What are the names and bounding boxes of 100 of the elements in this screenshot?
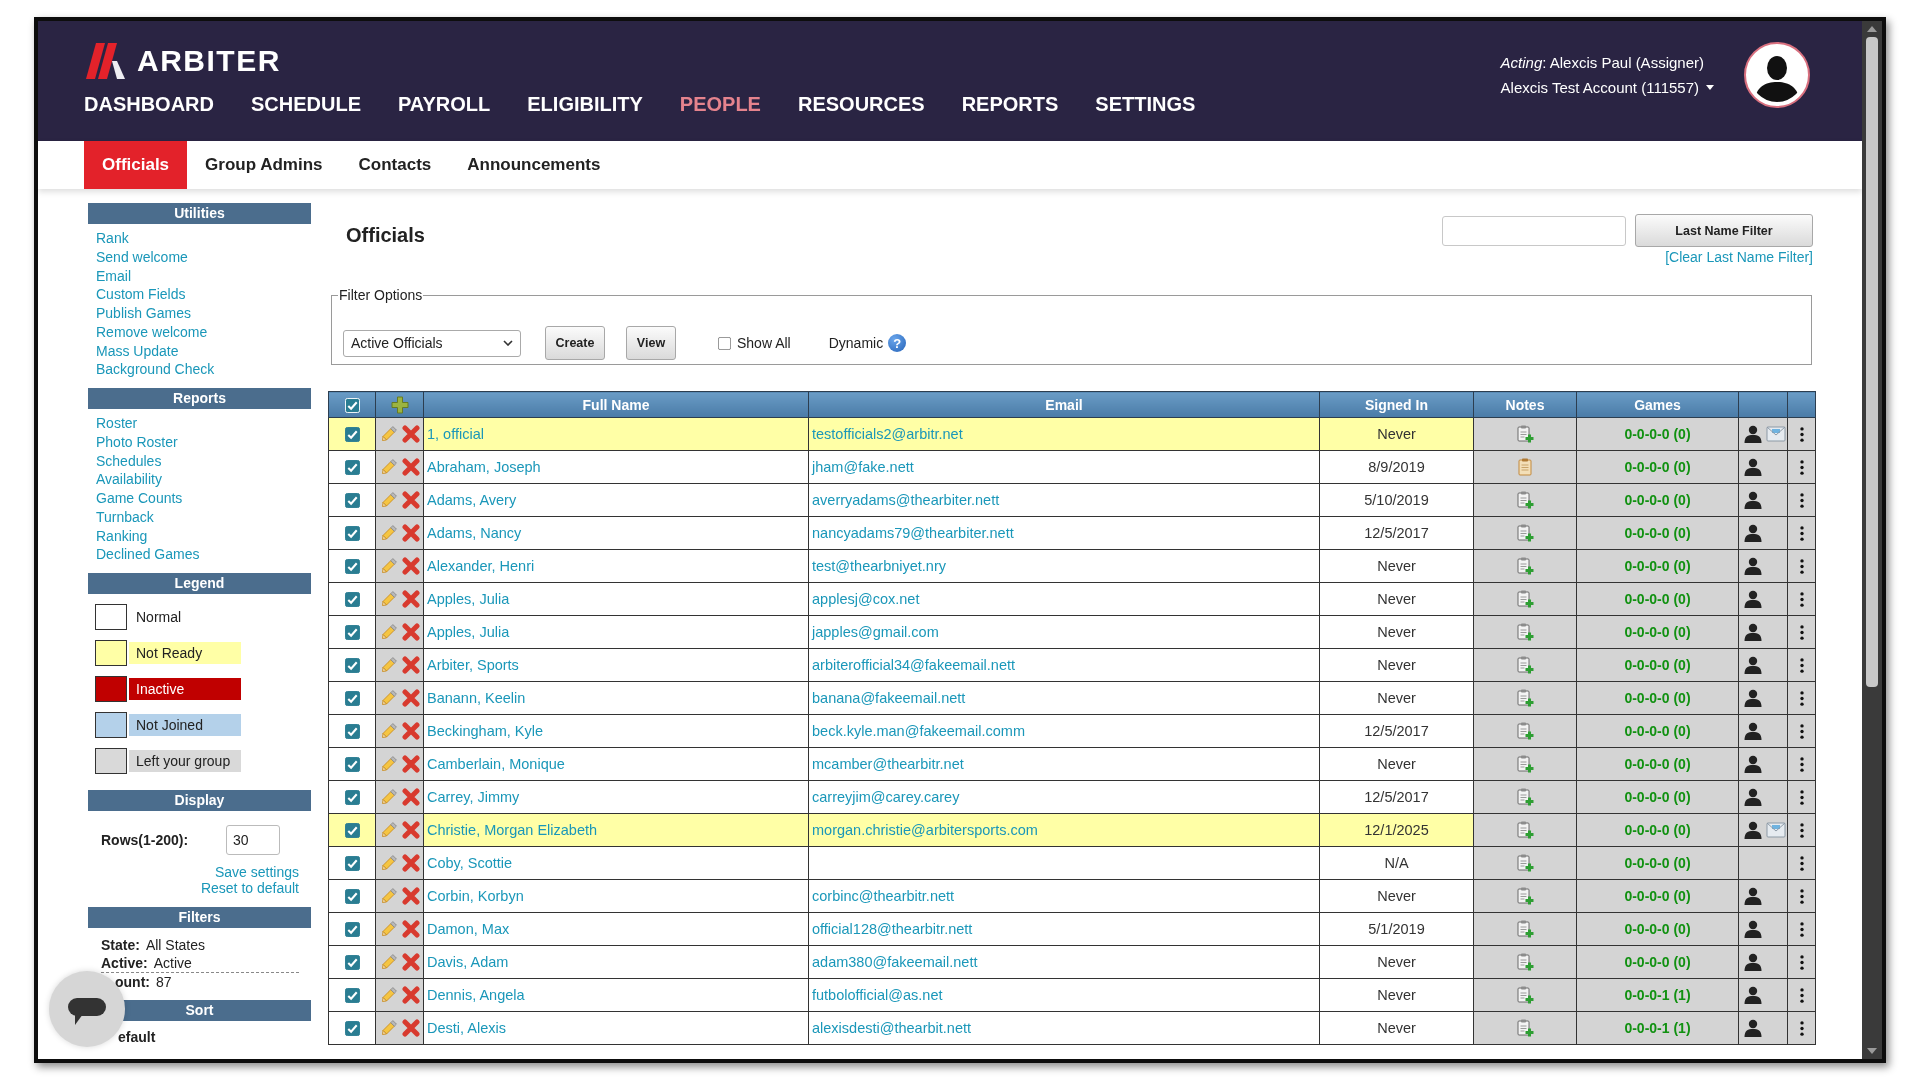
delete-icon[interactable] <box>402 920 420 938</box>
vertical-dots-icon[interactable] <box>1799 756 1804 772</box>
clipboard-plus-icon[interactable] <box>1515 589 1535 609</box>
official-name-link[interactable]: Adams, Avery <box>427 492 517 508</box>
vertical-dots-icon[interactable] <box>1799 921 1804 937</box>
clipboard-plus-icon[interactable] <box>1515 853 1535 873</box>
clipboard-plus-icon[interactable] <box>1515 952 1535 972</box>
row-checkbox[interactable] <box>344 856 360 872</box>
email-link[interactable]: jham@fake.nett <box>812 459 914 475</box>
sidebar-link[interactable]: Declined Games <box>96 545 200 564</box>
official-name-link[interactable]: Alexander, Henri <box>427 558 535 574</box>
row-checkbox[interactable] <box>344 790 360 806</box>
pencil-icon[interactable] <box>379 919 399 939</box>
pencil-icon[interactable] <box>379 886 399 906</box>
sidebar-link[interactable]: Save settings <box>214 864 299 880</box>
row-checkbox[interactable] <box>344 889 360 905</box>
delete-icon[interactable] <box>402 689 420 707</box>
officials-filter-select[interactable]: Active Officials <box>343 329 521 357</box>
clipboard-plus-icon[interactable] <box>1515 820 1535 840</box>
nav-link[interactable]: ELIGIBILITY <box>527 92 643 116</box>
pencil-icon[interactable] <box>379 754 399 774</box>
person-icon[interactable] <box>1744 986 1762 1004</box>
email-link[interactable]: mcamber@thearbitr.net <box>812 756 964 772</box>
clipboard-plus-icon[interactable] <box>1515 523 1535 543</box>
pencil-icon[interactable] <box>379 1018 399 1038</box>
row-checkbox[interactable] <box>344 493 360 509</box>
pencil-icon[interactable] <box>379 820 399 840</box>
official-name-link[interactable]: 1, official <box>427 426 484 442</box>
sidebar-link[interactable]: Game Counts <box>96 489 183 508</box>
email-link[interactable]: carreyjim@carey.carey <box>812 789 960 805</box>
row-checkbox[interactable] <box>344 592 360 608</box>
account-switcher[interactable]: Alexcis Test Account (111557) <box>1500 77 1714 98</box>
sidebar-link[interactable]: Rank <box>96 229 129 248</box>
clipboard-plus-icon[interactable] <box>1515 919 1535 939</box>
scrollbar-thumb[interactable] <box>1866 37 1878 687</box>
vertical-dots-icon[interactable] <box>1799 789 1804 805</box>
column-header[interactable]: Signed In <box>1319 391 1474 418</box>
filter-action-button[interactable]: View <box>626 326 676 360</box>
delete-icon[interactable] <box>402 755 420 773</box>
column-header[interactable]: Email <box>808 391 1320 418</box>
row-checkbox[interactable] <box>344 988 360 1004</box>
person-icon[interactable] <box>1744 689 1762 707</box>
email-link[interactable]: alexisdesti@thearbit.nett <box>812 1020 971 1036</box>
official-name-link[interactable]: Coby, Scottie <box>427 855 513 871</box>
rows-input-field[interactable]: 30 <box>226 825 280 855</box>
row-checkbox[interactable] <box>344 823 360 839</box>
sidebar-link[interactable]: Turnback <box>96 507 154 527</box>
sidebar-link[interactable]: Remove welcome <box>96 322 208 342</box>
email-link[interactable]: beck.kyle.man@fakeemail.comm <box>812 723 1025 739</box>
clipboard-icon[interactable] <box>1515 457 1535 477</box>
clipboard-plus-icon[interactable] <box>1515 424 1535 444</box>
email-link[interactable]: testofficials2@arbitr.net <box>812 426 963 442</box>
vertical-dots-icon[interactable] <box>1799 624 1804 640</box>
official-name-link[interactable]: Corbin, Korbyn <box>427 888 524 904</box>
email-link[interactable]: corbinc@thearbitr.nett <box>812 888 955 904</box>
email-link[interactable]: morgan.christie@arbitersports.com <box>812 822 1038 838</box>
show-all-checkbox[interactable] <box>718 336 731 350</box>
clipboard-plus-icon[interactable] <box>1515 655 1535 675</box>
pencil-icon[interactable] <box>379 688 399 708</box>
row-checkbox[interactable] <box>344 625 360 641</box>
sidebar-link[interactable]: Ranking <box>96 526 148 546</box>
pencil-icon[interactable] <box>379 490 399 510</box>
nav-link[interactable]: RESOURCES <box>797 92 925 116</box>
row-checkbox[interactable] <box>344 955 360 971</box>
official-name-link[interactable]: Beckingham, Kyle <box>427 723 544 739</box>
nav-link[interactable]: SETTINGS <box>1095 92 1196 116</box>
person-icon[interactable] <box>1744 656 1762 674</box>
sidebar-link[interactable]: Email <box>96 266 131 286</box>
official-name-link[interactable]: Banann, Keelin <box>427 690 526 706</box>
official-name-link[interactable]: Damon, Max <box>427 921 510 937</box>
row-checkbox[interactable] <box>344 922 360 938</box>
clipboard-plus-icon[interactable] <box>1515 490 1535 510</box>
plus-icon[interactable] <box>390 395 409 414</box>
delete-icon[interactable] <box>402 623 420 641</box>
pencil-icon[interactable] <box>379 556 399 576</box>
filter-action-button[interactable]: Create <box>545 326 605 360</box>
nav-link[interactable]: REPORTS <box>961 92 1059 116</box>
official-name-link[interactable]: Davis, Adam <box>427 954 509 970</box>
vertical-dots-icon[interactable] <box>1799 690 1804 706</box>
official-name-link[interactable]: Carrey, Jimmy <box>427 789 520 805</box>
sidebar-link[interactable]: Reset to default <box>200 880 299 896</box>
clipboard-plus-icon[interactable] <box>1515 622 1535 642</box>
clipboard-plus-icon[interactable] <box>1515 556 1535 576</box>
email-link[interactable]: applesj@cox.net <box>812 591 920 607</box>
official-name-link[interactable]: Dennis, Angela <box>427 987 525 1003</box>
person-icon[interactable] <box>1744 623 1762 641</box>
delete-icon[interactable] <box>402 524 420 542</box>
vertical-dots-icon[interactable] <box>1799 492 1804 508</box>
person-icon[interactable] <box>1744 755 1762 773</box>
pencil-icon[interactable] <box>379 787 399 807</box>
clipboard-plus-icon[interactable] <box>1515 754 1535 774</box>
scrollbar[interactable] <box>1862 21 1882 1059</box>
person-icon[interactable] <box>1744 953 1762 971</box>
pencil-icon[interactable] <box>379 853 399 873</box>
vertical-dots-icon[interactable] <box>1799 558 1804 574</box>
official-name-link[interactable]: Adams, Nancy <box>427 525 522 541</box>
sidebar-link[interactable]: Custom Fields <box>96 285 186 304</box>
person-icon[interactable] <box>1744 1019 1762 1037</box>
clipboard-plus-icon[interactable] <box>1515 721 1535 741</box>
email-link[interactable]: averryadams@thearbiter.nett <box>812 492 1000 508</box>
